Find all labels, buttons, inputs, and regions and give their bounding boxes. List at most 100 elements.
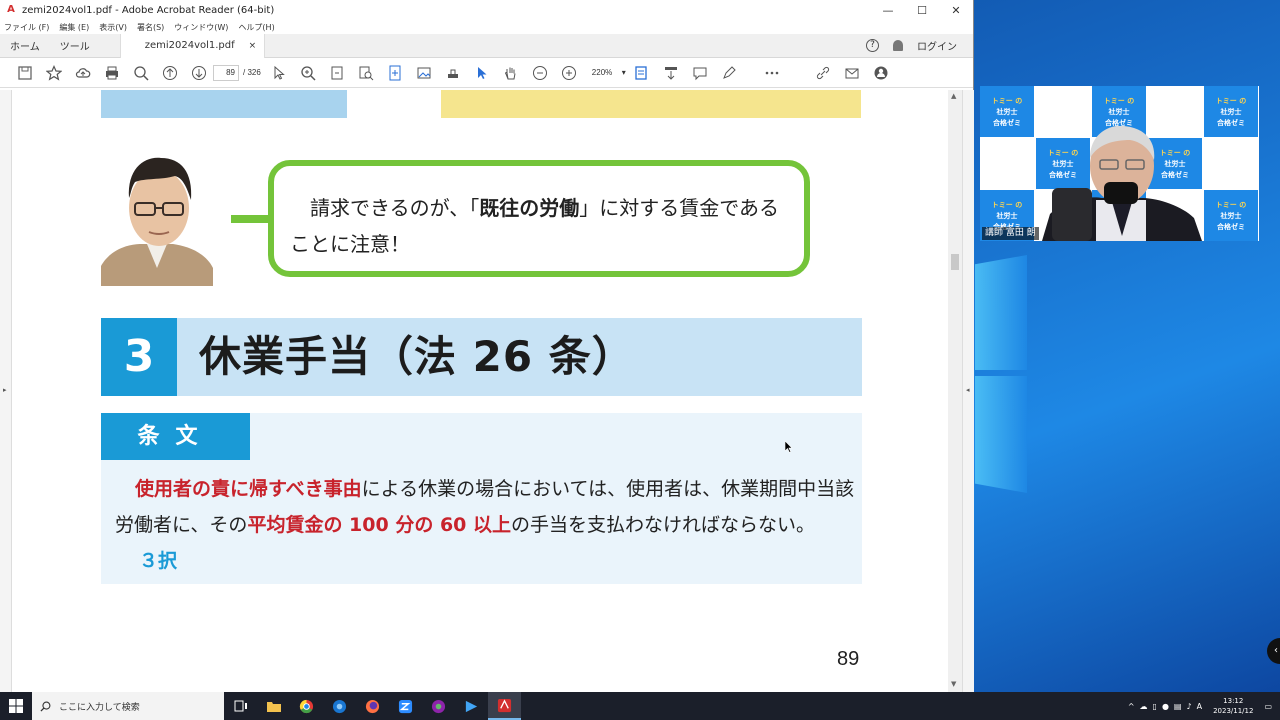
left-panel-toggle[interactable]: ▸ [0, 90, 12, 692]
taskbar: ここに入力して検索 ^ ☁ ▯ ● ▤ ♪ A 13:12 2023/11/12… [0, 692, 1280, 720]
stamp-icon[interactable] [439, 60, 468, 86]
section-number: 3 [101, 318, 177, 396]
scroll-down-icon[interactable]: ▼ [951, 680, 956, 688]
article-box: 条文 使用者の責に帰すべき事由による休業の場合においては、使用者は、休業期間中当… [101, 413, 862, 584]
system-tray: ^ ☁ ▯ ● ▤ ♪ A 13:12 2023/11/12 ▭ [1128, 696, 1280, 716]
tab-document-label: zemi2024vol1.pdf [144, 40, 235, 51]
tab-home[interactable]: ホーム [0, 38, 50, 53]
title-bar: A zemi2024vol1.pdf - Adobe Acrobat Reade… [0, 0, 973, 20]
hand-tool-icon[interactable] [497, 60, 526, 86]
article-label: 条文 [101, 413, 250, 460]
login-button[interactable]: ログイン [917, 38, 957, 53]
next-page-icon[interactable] [184, 60, 213, 86]
speaker-name-tag: 講師 富田 朗 [982, 227, 1039, 240]
firefox-icon[interactable] [356, 692, 389, 720]
mic-icon[interactable]: ● [1162, 702, 1169, 711]
clock[interactable]: 13:12 2023/11/12 [1213, 696, 1253, 716]
left-arrow-icon: ▸ [3, 386, 7, 394]
vertical-scrollbar[interactable]: ▲ ▼ [948, 90, 962, 692]
menu-file[interactable]: ファイル (F) [4, 22, 49, 33]
pdf-page: 請求できるのが、「既往の労働」に対する賃金であることに注意！ 3 休業手当（法 … [13, 90, 948, 692]
help-icon[interactable]: ? [866, 39, 879, 52]
bell-icon[interactable] [893, 40, 903, 51]
presenter-video [1042, 126, 1202, 241]
windows-icon [9, 699, 23, 713]
scroll-up-icon[interactable]: ▲ [951, 92, 956, 100]
tab-tools[interactable]: ツール [50, 38, 100, 53]
fit-page-icon[interactable] [323, 60, 352, 86]
chrome-icon[interactable] [290, 692, 323, 720]
more-tools-icon[interactable] [758, 60, 787, 86]
taskbar-search[interactable]: ここに入力して検索 [32, 692, 224, 720]
bubble-text-pre: 請求できるのが、「 [310, 196, 480, 220]
document-viewer[interactable]: ▸ 請求できるのが、「既往の労働」に対する賃金であることに注意！ 3 休業手当（… [0, 90, 974, 692]
minimize-button[interactable]: — [871, 4, 905, 17]
toolbar: 89 / 326 220% [0, 58, 973, 88]
zoom-plus-icon[interactable] [555, 60, 584, 86]
instructor-portrait [101, 148, 213, 286]
mouse-cursor-icon [785, 441, 793, 453]
pointer-tool-icon[interactable] [468, 60, 497, 86]
menu-bar: ファイル (F) 編集 (E) 表示(V) 署名(S) ウィンドウ(W) ヘルプ… [0, 20, 973, 34]
zoom-search-icon[interactable] [126, 60, 155, 86]
search-icon [40, 701, 51, 712]
network-icon[interactable]: ▤ [1174, 702, 1182, 711]
share-link-icon[interactable] [809, 60, 838, 86]
save-icon[interactable] [10, 60, 39, 86]
maximize-button[interactable]: ☐ [905, 4, 939, 17]
ime-icon[interactable]: A [1197, 702, 1202, 711]
menu-sign[interactable]: 署名(S) [137, 22, 164, 33]
page-number-input[interactable]: 89 [213, 64, 239, 81]
cloud-icon[interactable]: ☁ [1140, 702, 1148, 711]
tab-document[interactable]: zemi2024vol1.pdf × [119, 33, 266, 58]
zoom-level-select[interactable]: 220% [584, 65, 628, 81]
section-header: 3 休業手当（法 26 条） [101, 318, 862, 396]
menu-edit[interactable]: 編集 (E) [59, 22, 89, 33]
right-panel-toggle[interactable]: ◂ [962, 90, 974, 692]
zoom-out-icon[interactable] [526, 60, 555, 86]
menu-window[interactable]: ウィンドウ(W) [174, 22, 228, 33]
notification-icon[interactable]: ▭ [1264, 702, 1272, 711]
menu-view[interactable]: 表示(V) [99, 22, 127, 33]
bubble-text-bold: 既往の労働 [479, 196, 580, 220]
task-view-icon[interactable] [224, 692, 257, 720]
start-button[interactable] [0, 692, 32, 720]
page-display-icon[interactable] [628, 60, 657, 86]
export-pdf-icon[interactable] [381, 60, 410, 86]
prev-page-icon[interactable] [155, 60, 184, 86]
scroll-thumb[interactable] [951, 254, 959, 270]
app-icon[interactable] [422, 692, 455, 720]
image-export-icon[interactable] [410, 60, 439, 86]
zoom-in-icon[interactable] [294, 60, 323, 86]
article-text-2: の手当を支払わなければならない。 [511, 514, 816, 536]
clock-date: 2023/11/12 [1213, 707, 1254, 715]
find-text-icon[interactable] [352, 60, 381, 86]
close-window-button[interactable]: ✕ [939, 4, 973, 17]
logo-cell: トミー の社労士合格ゼミ [980, 86, 1034, 137]
star-icon[interactable] [39, 60, 68, 86]
highlight-pen-icon[interactable] [715, 60, 744, 86]
window-title: zemi2024vol1.pdf - Adobe Acrobat Reader … [22, 4, 275, 16]
scroll-mode-icon[interactable] [657, 60, 686, 86]
browser-icon[interactable] [323, 692, 356, 720]
battery-icon[interactable]: ▯ [1153, 702, 1157, 711]
cloud-upload-icon[interactable] [68, 60, 97, 86]
tray-expand-icon[interactable]: ^ [1128, 702, 1135, 711]
print-icon[interactable] [97, 60, 126, 86]
mail-icon[interactable] [838, 60, 867, 86]
tab-close-icon[interactable]: × [249, 41, 257, 51]
comment-icon[interactable] [686, 60, 715, 86]
zoom-app-icon[interactable] [389, 692, 422, 720]
media-app-icon[interactable] [455, 692, 488, 720]
article-text: 使用者の責に帰すべき事由による休業の場合においては、使用者は、休業期間中当該労働… [115, 471, 857, 579]
account-icon[interactable] [867, 60, 896, 86]
right-arrow-icon: ◂ [966, 386, 970, 394]
select-cursor-icon[interactable] [265, 60, 294, 86]
windows-logo-graphic [975, 255, 1027, 495]
acrobat-icon: A [7, 4, 15, 15]
menu-help[interactable]: ヘルプ(H) [238, 22, 274, 33]
white-cell [980, 138, 1034, 189]
file-explorer-icon[interactable] [257, 692, 290, 720]
volume-icon[interactable]: ♪ [1186, 702, 1191, 711]
acrobat-taskbar-icon[interactable] [488, 692, 521, 720]
